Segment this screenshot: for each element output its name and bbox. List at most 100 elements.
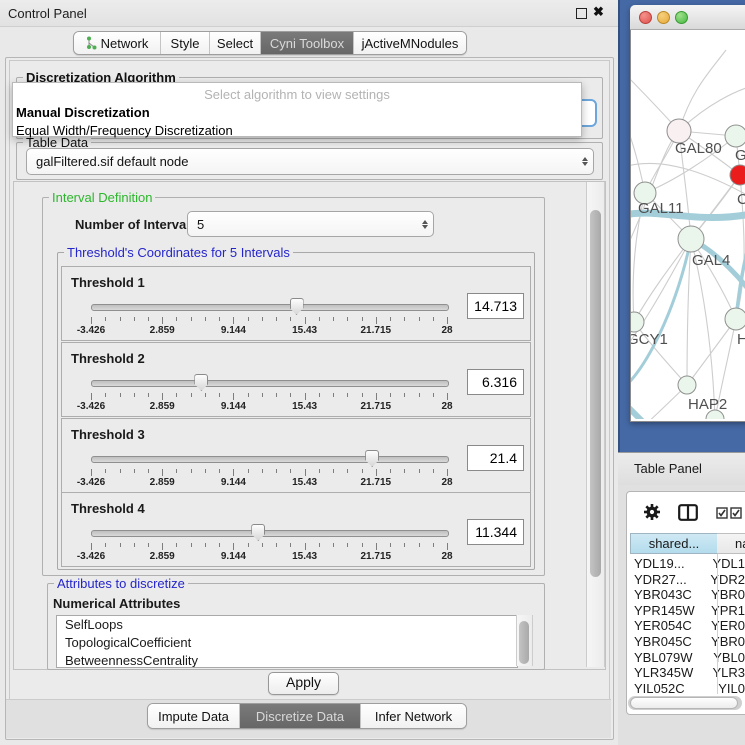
tab-select[interactable]: Select	[209, 32, 260, 54]
tick-mark	[319, 543, 320, 547]
tick-mark	[262, 543, 263, 547]
threshold-panel: Threshold 1-3.4262.8599.14415.4321.71528…	[61, 266, 531, 341]
dropdown-placeholder: Select algorithm to view settings	[13, 83, 581, 104]
tick-mark	[419, 393, 420, 397]
dropdown-option-equal-width[interactable]: Equal Width/Frequency Discretization	[13, 122, 581, 140]
tab-discretize-data[interactable]: Discretize Data	[239, 704, 360, 728]
threshold-slider-track[interactable]	[91, 304, 449, 311]
minimize-traffic-light[interactable]	[657, 11, 670, 24]
settings-vertical-scrollbar[interactable]	[586, 182, 605, 667]
table-data-combobox[interactable]: galFiltered.sif default node	[26, 148, 594, 175]
threshold-value-input[interactable]: 11.344	[467, 519, 524, 545]
tab-label: Style	[171, 36, 200, 51]
tick-mark	[134, 317, 135, 321]
table-horizontal-scrollbar[interactable]	[628, 696, 742, 710]
tick-mark	[362, 317, 363, 321]
threshold-slider-handle[interactable]	[365, 450, 379, 467]
zoom-traffic-light[interactable]	[675, 11, 688, 24]
table-row[interactable]: YBR045CYBR0	[630, 634, 745, 650]
threshold-slider-track[interactable]	[91, 456, 449, 463]
table-row[interactable]: YIL052CYIL0	[630, 681, 745, 697]
tick-label: 2.859	[150, 477, 175, 488]
threshold-slider-handle[interactable]	[194, 374, 208, 391]
tick-mark	[248, 543, 249, 547]
network-node-c[interactable]	[730, 165, 745, 185]
network-node-gal4[interactable]	[678, 226, 704, 252]
close-icon[interactable]: ✖	[593, 4, 604, 20]
threshold-slider-handle[interactable]	[290, 298, 304, 315]
tick-mark	[390, 393, 391, 397]
table-row[interactable]: YBR043CYBR0	[630, 587, 745, 603]
attributes-list-scrollbar[interactable]	[516, 615, 533, 666]
tab-label: Select	[217, 36, 253, 51]
table-row[interactable]: YDR27...YDR2	[630, 572, 745, 588]
tick-mark	[276, 317, 277, 321]
tick-mark	[105, 469, 106, 473]
table-row[interactable]: YLR345WYLR3	[630, 665, 745, 681]
threshold-slider-handle[interactable]	[251, 524, 265, 541]
tab-style[interactable]: Style	[160, 32, 209, 54]
table-row[interactable]: YDL19...YDL1	[630, 556, 745, 572]
threshold-panel: Threshold 2-3.4262.8599.14415.4321.71528…	[61, 342, 531, 417]
attribute-list-item[interactable]: BetweennessCentrality	[57, 652, 517, 668]
tick-mark	[176, 543, 177, 547]
num-intervals-combobox[interactable]: 5	[187, 211, 434, 237]
tick-mark	[447, 543, 448, 550]
threshold-slider-track[interactable]	[91, 380, 449, 387]
tick-mark	[447, 469, 448, 476]
checkbox-icon[interactable]	[716, 507, 728, 519]
tick-mark	[262, 393, 263, 397]
network-node-h[interactable]	[725, 308, 745, 330]
table-row[interactable]: YER054CYER0	[630, 618, 745, 634]
tab-infer-network[interactable]: Infer Network	[360, 704, 466, 728]
tab-jactivemnodules[interactable]: jActiveMNodules	[353, 32, 466, 54]
tab-impute-data[interactable]: Impute Data	[148, 704, 239, 728]
tick-mark	[419, 543, 420, 547]
tick-mark	[290, 393, 291, 397]
tab-label: Discretize Data	[256, 709, 344, 724]
network-node-label: GCY1	[631, 331, 668, 348]
network-node-hap2[interactable]	[678, 376, 696, 394]
close-traffic-light[interactable]	[639, 11, 652, 24]
network-node-label: C	[737, 191, 745, 208]
split-columns-icon[interactable]	[678, 504, 698, 521]
tick-mark	[419, 469, 420, 473]
toolbox-tab-bar: Network Style Select Cyni ToolboxjActiveMNo…	[73, 31, 467, 55]
tick-mark	[319, 317, 320, 321]
tick-label: -3.426	[77, 551, 105, 562]
apply-button[interactable]: Apply	[268, 672, 339, 695]
network-node-ga[interactable]	[725, 125, 745, 147]
threshold-label: Threshold 1	[71, 275, 145, 290]
table-cell-shared-name: YBR043C	[630, 587, 703, 603]
network-node-gcy1[interactable]	[631, 312, 644, 332]
threshold-slider-track[interactable]	[91, 530, 449, 537]
attribute-list-item[interactable]: TopologicalCoefficient	[57, 634, 517, 652]
tab-network[interactable]: Network	[74, 32, 160, 54]
tick-mark	[205, 469, 206, 473]
attribute-list-item[interactable]: SelfLoops	[57, 616, 517, 634]
column-header-shared-name[interactable]: shared...	[630, 533, 718, 554]
checkbox-icon[interactable]	[730, 507, 742, 519]
gear-icon[interactable]	[643, 503, 661, 521]
tick-mark	[447, 393, 448, 400]
table-row[interactable]: YBL079WYBL0	[630, 650, 745, 666]
tick-mark	[362, 469, 363, 473]
settings-scrollbar-thumb[interactable]	[590, 210, 601, 577]
threshold-value-input[interactable]: 6.316	[467, 369, 524, 395]
column-header-name[interactable]: na	[717, 533, 745, 554]
attributes-scrollbar-thumb[interactable]	[519, 621, 529, 664]
table-row[interactable]: YPR145WYPR1	[630, 603, 745, 619]
numerical-attributes-list[interactable]: SelfLoopsTopologicalCoefficientBetweenne…	[56, 615, 518, 668]
table-hscrollbar-thumb[interactable]	[630, 697, 738, 709]
float-window-icon[interactable]	[576, 8, 587, 19]
network-canvas[interactable]: GAL80GACGAL11GAL4GCY1HHAP2	[631, 30, 745, 419]
threshold-value-input[interactable]: 14.713	[467, 293, 524, 319]
network-node-label: GAL80	[675, 140, 722, 157]
tab-label: Network	[101, 36, 149, 51]
tick-label: 9.144	[221, 477, 246, 488]
num-intervals-value: 5	[188, 217, 417, 232]
threshold-label: Threshold 4	[71, 501, 145, 516]
tab-cyni-toolbox[interactable]: Cyni Toolbox	[260, 32, 353, 54]
threshold-value-input[interactable]: 21.4	[467, 445, 524, 471]
dropdown-option-manual[interactable]: Manual Discretization	[13, 104, 581, 122]
